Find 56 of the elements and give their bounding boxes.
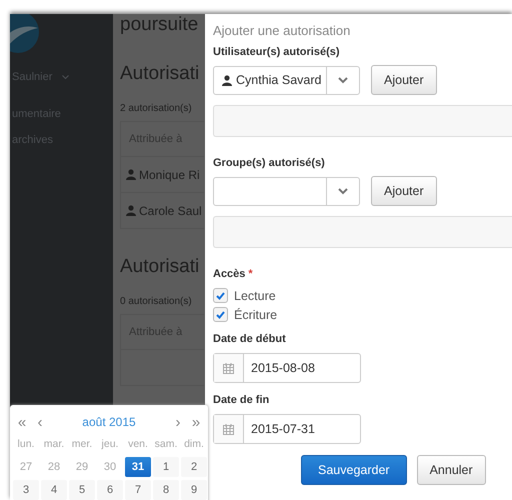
start-date-field[interactable]: 2015-08-08: [213, 353, 361, 383]
calendar-icon: [223, 362, 234, 374]
field-label: Date de début: [213, 333, 287, 347]
field-label: Groupe(s) autorisé(s): [213, 157, 326, 171]
table-cell: Carole Saul: [139, 204, 202, 218]
calendar-day[interactable]: 8: [153, 480, 179, 500]
add-button[interactable]: Ajouter: [371, 65, 437, 95]
calendar-day[interactable]: 31: [125, 457, 151, 477]
chevron-down-icon: [338, 188, 348, 194]
count-label: 0 autorisation(s): [120, 296, 192, 307]
calendar-icon: [223, 424, 234, 434]
calendar-day[interactable]: 2: [181, 457, 207, 477]
weekday-label: dim.: [183, 438, 205, 452]
calendar-day[interactable]: 7: [125, 480, 151, 500]
checkbox[interactable]: [213, 307, 228, 322]
field-label: Date de fin: [213, 394, 270, 408]
user-icon: [222, 74, 232, 86]
section-heading: Autorisati: [120, 62, 200, 86]
weekday-label: lun.: [16, 438, 36, 452]
page-title: poursuite: [120, 14, 198, 36]
weekday-label: mer.: [70, 438, 94, 452]
calendar-day[interactable]: 3: [13, 480, 39, 500]
weekday-label: sam.: [154, 438, 178, 452]
next-month-button[interactable]: ›: [171, 414, 185, 430]
weekday-label: mar.: [42, 438, 66, 452]
section-heading: Autorisati: [120, 255, 200, 279]
checkbox-label[interactable]: Lecture: [234, 288, 276, 302]
modal-title: Ajouter une autorisation: [213, 23, 352, 38]
month-title[interactable]: août 2015: [49, 415, 169, 429]
check-icon: [216, 292, 225, 300]
calendar-day[interactable]: 4: [41, 480, 67, 500]
count-label: 2 autorisation(s): [120, 103, 192, 114]
weekday-label: jeu.: [100, 438, 120, 452]
next-year-button[interactable]: »: [189, 414, 203, 430]
previous-year-button[interactable]: «: [15, 414, 29, 430]
calendar-day[interactable]: 1: [153, 457, 179, 477]
calendar-day[interactable]: 6: [97, 480, 123, 500]
user-icon: [126, 205, 136, 216]
user-select[interactable]: Cynthia Savard: [213, 66, 360, 94]
calendar-day[interactable]: 5: [69, 480, 95, 500]
field-label: Utilisateur(s) autorisé(s): [213, 46, 341, 60]
chevron-down-icon: [338, 76, 348, 84]
user-icon: [126, 169, 136, 180]
calendar-day[interactable]: 9: [181, 480, 207, 500]
checkbox[interactable]: [213, 288, 228, 303]
add-button[interactable]: Ajouter: [371, 176, 437, 206]
save-button[interactable]: Sauvegarder: [301, 455, 407, 485]
weekday-label: ven.: [127, 438, 149, 452]
check-icon: [216, 310, 225, 318]
checkbox-label[interactable]: Écriture: [234, 308, 278, 322]
previous-month-button[interactable]: ‹: [33, 414, 47, 430]
chevron-down-icon: [62, 75, 69, 80]
cancel-button[interactable]: Annuler: [416, 455, 486, 485]
field-label: Accès *: [213, 268, 254, 282]
table-cell: Monique Ri: [139, 168, 200, 182]
end-date-field[interactable]: 2015-07-31: [213, 414, 361, 444]
